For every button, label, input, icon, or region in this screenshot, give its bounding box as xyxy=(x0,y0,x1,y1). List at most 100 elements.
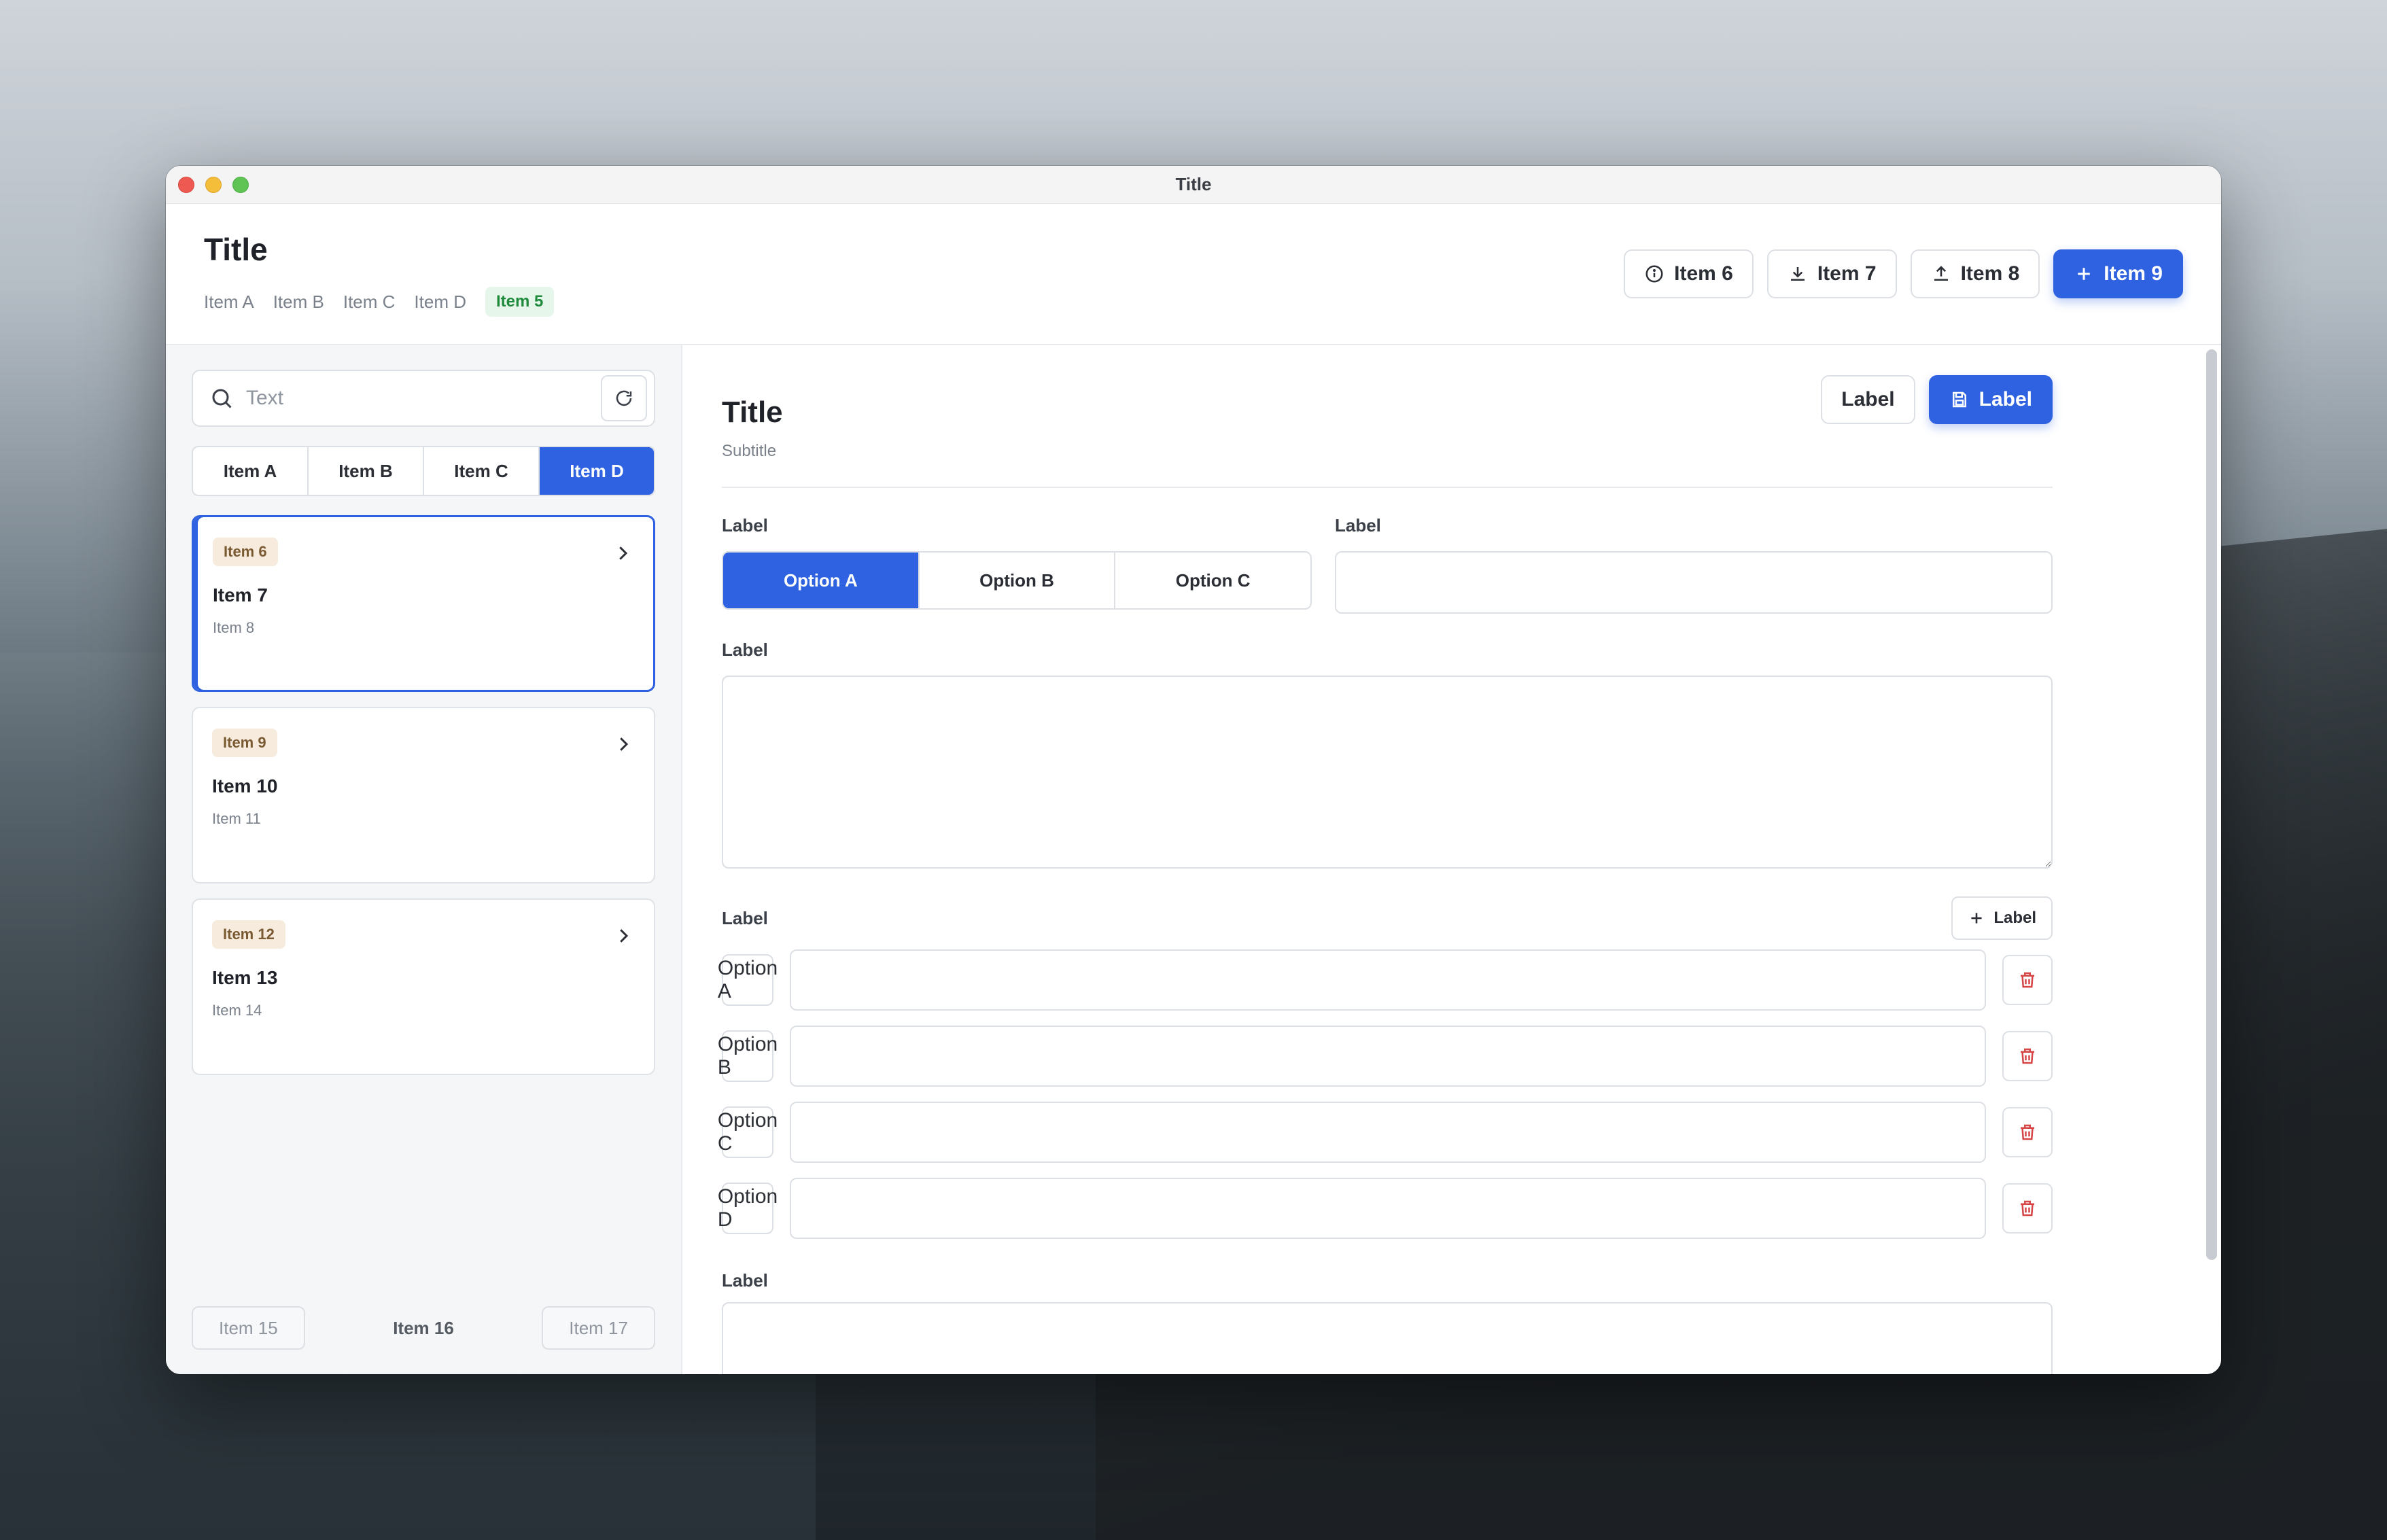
option-input[interactable] xyxy=(790,1102,1986,1163)
editor-panel: Title Subtitle Label Label Label Option … xyxy=(682,345,2221,1374)
save-label: Label xyxy=(1979,388,2032,410)
add-option-button[interactable]: Label xyxy=(1951,896,2053,940)
option-row: Option C xyxy=(718,1102,2053,1163)
plus-icon xyxy=(1971,913,1982,924)
delete-option-button[interactable] xyxy=(2002,1107,2053,1157)
cancel-label: Label xyxy=(1841,388,1895,410)
prev-page-button[interactable]: Item 15 xyxy=(192,1306,305,1350)
option-input[interactable] xyxy=(790,1026,1986,1087)
option-row: Option B xyxy=(718,1026,2053,1087)
save-button[interactable]: Label xyxy=(1928,375,2053,424)
import-button[interactable]: Item 8 xyxy=(1910,249,2040,298)
maximize-window-button[interactable] xyxy=(232,177,249,193)
question-card-title: Item 13 xyxy=(212,967,278,988)
cancel-button[interactable]: Label xyxy=(1821,375,1915,424)
type-keyword-row: Label Option A Option B Option C Label xyxy=(722,515,2053,614)
question-card-keywords: Item 8 xyxy=(213,619,255,636)
reset-search-button[interactable] xyxy=(601,375,647,421)
import-label: Item 8 xyxy=(1960,262,2020,285)
option-input[interactable] xyxy=(790,1178,1986,1239)
next-page-button[interactable]: Item 17 xyxy=(542,1306,655,1350)
trash-icon xyxy=(2021,1124,2034,1140)
question-type-tag: Item 9 xyxy=(212,729,277,757)
type-selector: Option A Option B Option C xyxy=(722,551,1312,610)
question-card-keywords: Item 14 xyxy=(212,1002,262,1019)
template-label: Item 7 xyxy=(1817,262,1877,285)
editor-actions: Label Label xyxy=(1821,375,2053,424)
question-card-title: Item 7 xyxy=(213,584,268,606)
editor-header: Title Subtitle Label Label xyxy=(722,375,2053,488)
close-window-button[interactable] xyxy=(178,177,194,193)
type-option-multi[interactable]: Option B xyxy=(920,553,1116,608)
option-letter: Option C xyxy=(718,1106,778,1158)
question-card-title: Item 10 xyxy=(212,775,278,797)
minimize-window-button[interactable] xyxy=(205,177,222,193)
option-letter: Option A xyxy=(718,954,778,1006)
delete-option-button[interactable] xyxy=(2002,955,2053,1005)
window-title: Title xyxy=(1175,174,1212,194)
type-label: Label xyxy=(722,515,768,536)
auth-badge: Item 5 xyxy=(485,287,555,317)
option-input[interactable] xyxy=(790,949,1986,1011)
add-question-button[interactable]: Item 9 xyxy=(2053,249,2183,298)
delete-option-button[interactable] xyxy=(2002,1183,2053,1233)
trash-icon xyxy=(2021,972,2034,988)
content-area: Item A Item B Item C Item D Item 6 Item … xyxy=(166,345,2221,1374)
header-left: Title Item A Item B Item C Item D Item 5 xyxy=(204,231,555,317)
filter-tab-single[interactable]: Item B xyxy=(309,447,424,495)
analysis-textarea[interactable] xyxy=(722,1302,2053,1374)
analysis-field: Label xyxy=(722,1270,2053,1374)
filter-tab-multi[interactable]: Item C xyxy=(424,447,540,495)
type-option-single[interactable]: Option A xyxy=(723,553,920,608)
trash-icon xyxy=(2021,1048,2034,1064)
pagination: Item 15 Item 16 Item 17 xyxy=(192,1306,655,1350)
delete-option-button[interactable] xyxy=(2002,1031,2053,1081)
download-icon xyxy=(1790,267,1805,281)
upload-icon xyxy=(1934,266,1948,281)
search-icon xyxy=(212,389,232,408)
option-letter: Option B xyxy=(718,1030,778,1082)
question-textarea[interactable] xyxy=(722,676,2053,869)
editor-subtitle: Subtitle xyxy=(722,442,777,460)
keyword-field: Label xyxy=(1335,515,2053,614)
add-option-label: Label xyxy=(1993,909,2036,927)
about-label: Item 6 xyxy=(1674,262,1733,285)
options-header: Label Label xyxy=(722,896,2053,940)
app-window: Title Title Item A Item B Item C Item D … xyxy=(166,166,2221,1374)
type-option-judge[interactable]: Option C xyxy=(1115,553,1310,608)
about-button[interactable]: Item 6 xyxy=(1624,249,1754,298)
option-row: Option A xyxy=(718,949,2053,1011)
app-title: Title xyxy=(204,232,268,267)
scrollbar[interactable] xyxy=(2206,349,2217,1260)
question-card[interactable]: Item 12 Item 13 Item 14 xyxy=(192,898,655,1075)
type-field: Label Option A Option B Option C xyxy=(722,515,1312,614)
filter-tab-all[interactable]: Item A xyxy=(193,447,309,495)
keyword-label: Label xyxy=(1335,515,1381,536)
header-actions: Item 6 Item 7 Item 8 Item 9 xyxy=(1624,249,2183,298)
stat-judge: Item D xyxy=(414,291,466,312)
save-icon xyxy=(1952,391,1966,408)
question-field: Label xyxy=(722,640,2053,872)
stats-bar: Item A Item B Item C Item D Item 5 xyxy=(204,287,555,317)
question-type-tag: Item 12 xyxy=(212,920,285,949)
editor-form: Title Subtitle Label Label Label Option … xyxy=(718,375,2053,1374)
filter-tabs: Item A Item B Item C Item D xyxy=(192,446,655,496)
question-label: Label xyxy=(722,640,768,660)
search-input[interactable] xyxy=(246,387,589,410)
template-button[interactable]: Item 7 xyxy=(1766,249,1897,298)
add-label: Item 9 xyxy=(2104,262,2163,285)
stat-total: Item A xyxy=(204,291,254,312)
chevron-right-icon xyxy=(620,737,629,751)
analysis-label: Label xyxy=(722,1270,768,1291)
traffic-lights xyxy=(178,177,249,193)
options-label: Label xyxy=(722,907,768,928)
question-card[interactable]: Item 9 Item 10 Item 11 xyxy=(192,707,655,883)
page-indicator: Item 16 xyxy=(393,1317,454,1338)
question-type-tag: Item 6 xyxy=(213,538,278,566)
filter-tab-judge[interactable]: Item D xyxy=(540,447,654,495)
stat-multi: Item C xyxy=(343,291,396,312)
keyword-input[interactable] xyxy=(1335,551,2053,614)
editor-heading: Title Subtitle xyxy=(722,375,783,461)
app-header: Title Item A Item B Item C Item D Item 5… xyxy=(166,204,2221,345)
question-card[interactable]: Item 6 Item 7 Item 8 xyxy=(192,515,655,692)
